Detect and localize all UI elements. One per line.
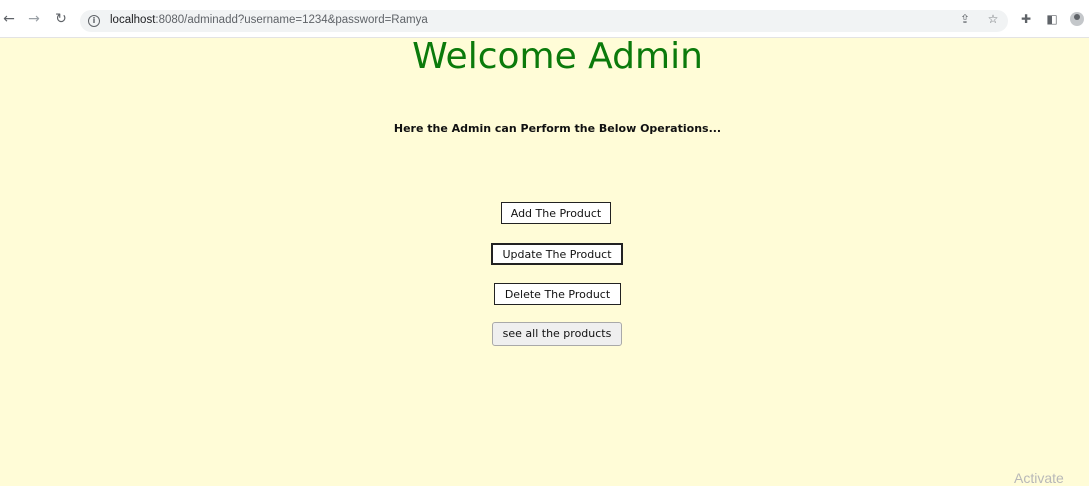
url-path: :8080/adminadd?username=1234&password=Ra… xyxy=(155,14,428,26)
browser-toolbar: ← → ↻ i localhost:8080/adminadd?username… xyxy=(0,0,1089,38)
reload-icon[interactable]: ↻ xyxy=(54,12,68,26)
share-icon[interactable]: ⇪ xyxy=(958,12,972,26)
back-arrow-icon[interactable]: ← xyxy=(2,12,16,26)
delete-product-button[interactable]: Delete The Product xyxy=(494,283,621,305)
page-title: Welcome Admin xyxy=(412,36,703,77)
url-host: localhost xyxy=(110,14,156,26)
see-all-products-button[interactable]: see all the products xyxy=(492,322,622,346)
profile-icon[interactable] xyxy=(1070,12,1084,26)
side-panel-icon[interactable]: ◧ xyxy=(1045,12,1059,26)
add-product-button[interactable]: Add The Product xyxy=(501,202,611,224)
info-icon[interactable]: i xyxy=(88,15,100,27)
puzzle-icon[interactable]: ✚ xyxy=(1019,12,1033,26)
activate-windows-watermark: Activate xyxy=(1014,470,1064,486)
update-product-button[interactable]: Update The Product xyxy=(491,243,623,265)
star-icon[interactable]: ☆ xyxy=(986,12,1000,26)
page-subtitle: Here the Admin can Perform the Below Ope… xyxy=(393,122,722,135)
address-bar[interactable]: i localhost:8080/adminadd?username=1234&… xyxy=(80,10,1008,32)
forward-arrow-icon[interactable]: → xyxy=(27,12,41,26)
url-text[interactable]: localhost:8080/adminadd?username=1234&pa… xyxy=(110,14,428,26)
